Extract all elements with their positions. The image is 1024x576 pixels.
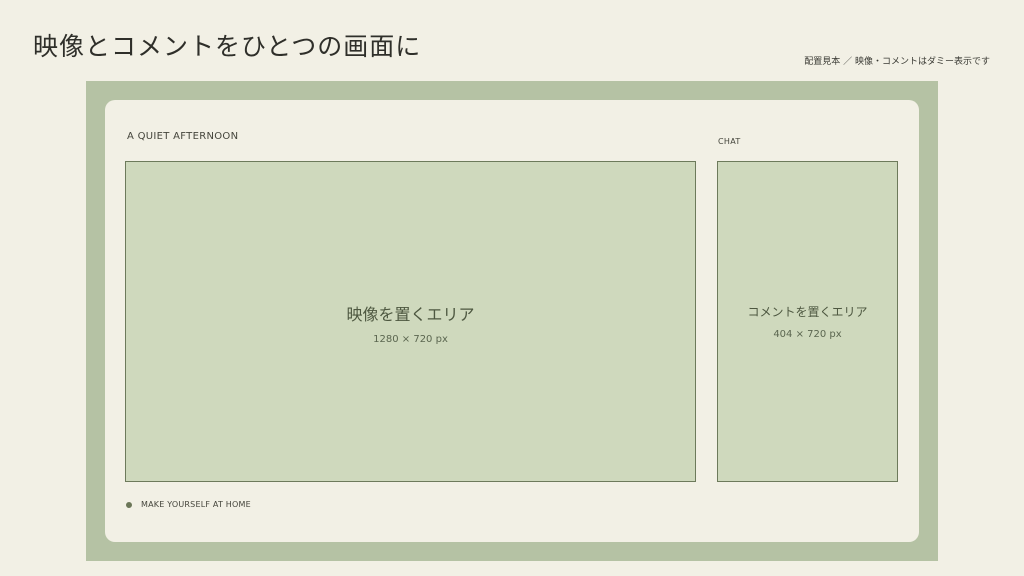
footer: MAKE YOURSELF AT HOME — [126, 500, 251, 509]
chat-placeholder-size: 404 × 720 px — [773, 329, 842, 340]
footer-text: MAKE YOURSELF AT HOME — [141, 500, 251, 509]
video-placeholder-title: 映像を置くエリア — [346, 305, 475, 324]
bullet-dot-icon — [126, 501, 132, 508]
page-note: 配置見本 ／ 映像・コメントはダミー表示です — [804, 57, 990, 67]
video-placeholder-size: 1280 × 720 px — [373, 334, 448, 345]
video-section-label: A QUIET AFTERNOON — [127, 131, 239, 142]
chat-placeholder-title: コメントを置くエリア — [747, 305, 868, 319]
page-title: 映像とコメントをひとつの画面に — [33, 32, 422, 61]
chat-placeholder: コメントを置くエリア 404 × 720 px — [717, 161, 898, 482]
chat-section-label: CHAT — [718, 137, 741, 146]
stream-frame: A QUIET AFTERNOON CHAT 映像を置くエリア 1280 × 7… — [86, 81, 938, 561]
layout-card: A QUIET AFTERNOON CHAT 映像を置くエリア 1280 × 7… — [105, 100, 919, 542]
video-placeholder: 映像を置くエリア 1280 × 720 px — [125, 161, 696, 482]
